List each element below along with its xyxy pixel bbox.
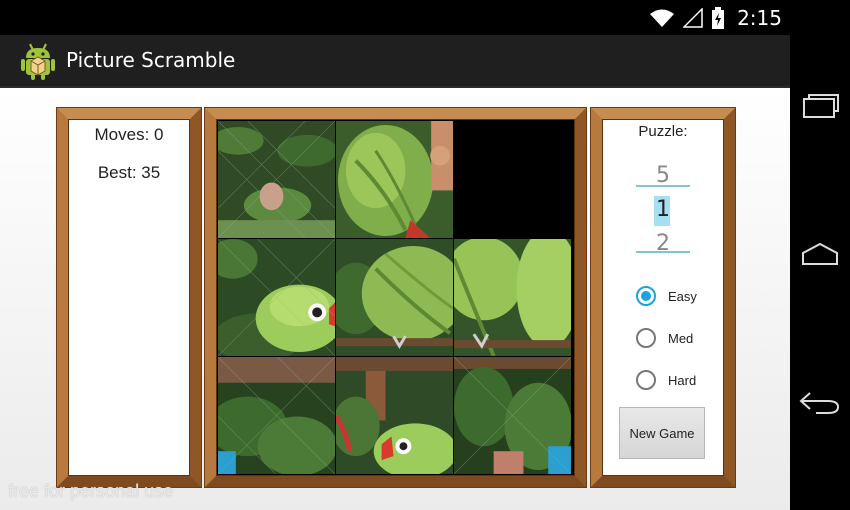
best-score: Best: 35 [97, 163, 161, 182]
moves-counter: Moves: 0 [94, 125, 164, 144]
picker-divider-top [636, 185, 690, 187]
difficulty-easy-label: Easy [668, 288, 697, 304]
status-bar: 2:15 [0, 0, 790, 35]
home-button[interactable] [798, 234, 842, 274]
difficulty-hard-label: Hard [668, 372, 697, 388]
wifi-icon [650, 9, 675, 27]
recent-apps-icon [803, 94, 839, 118]
picker-next-value[interactable]: 2 [636, 231, 690, 256]
clock: 2:15 [737, 6, 782, 30]
puzzle-tile[interactable] [336, 239, 453, 356]
puzzle-number-picker[interactable]: 5 1 2 [636, 157, 690, 257]
puzzle-tile[interactable] [454, 239, 571, 356]
home-icon [802, 242, 838, 265]
radio-med[interactable] [636, 328, 656, 348]
puzzle-tile[interactable] [336, 357, 453, 474]
puzzle-tile[interactable] [218, 357, 335, 474]
new-game-button[interactable]: New Game [619, 407, 705, 459]
puzzle-tile[interactable] [336, 121, 453, 238]
radio-hard[interactable] [636, 370, 656, 390]
action-bar: Picture Scramble [0, 35, 790, 88]
difficulty-hard-option[interactable]: Hard [636, 370, 696, 390]
puzzle-label: Puzzle: [638, 123, 688, 140]
controls-panel: Puzzle: 5 1 2 Easy Med Hard New Game [591, 108, 735, 487]
back-button[interactable] [798, 382, 842, 422]
android-icon [21, 43, 55, 80]
status-icons: 2:15 [649, 6, 782, 30]
picker-selected-value[interactable]: 1 [636, 197, 690, 222]
puzzle-tile[interactable] [218, 239, 335, 356]
puzzle-tile[interactable] [218, 121, 335, 238]
signal-icon [683, 8, 703, 28]
difficulty-med-option[interactable]: Med [636, 328, 693, 348]
back-icon [799, 392, 840, 414]
stats-panel: Moves: 0 Best: 35 [57, 108, 201, 487]
difficulty-easy-option[interactable]: Easy [636, 286, 697, 306]
app-title: Picture Scramble [66, 48, 236, 72]
radio-easy[interactable] [636, 286, 656, 306]
puzzle-tile[interactable] [454, 357, 571, 474]
puzzle-grid [218, 121, 571, 474]
navigation-bar [790, 0, 850, 510]
watermark: free for personal use [8, 481, 174, 501]
puzzle-empty-tile [454, 121, 571, 238]
battery-icon [712, 7, 725, 29]
recent-apps-button[interactable] [798, 86, 842, 126]
puzzle-board [205, 108, 586, 487]
difficulty-med-label: Med [668, 330, 694, 346]
